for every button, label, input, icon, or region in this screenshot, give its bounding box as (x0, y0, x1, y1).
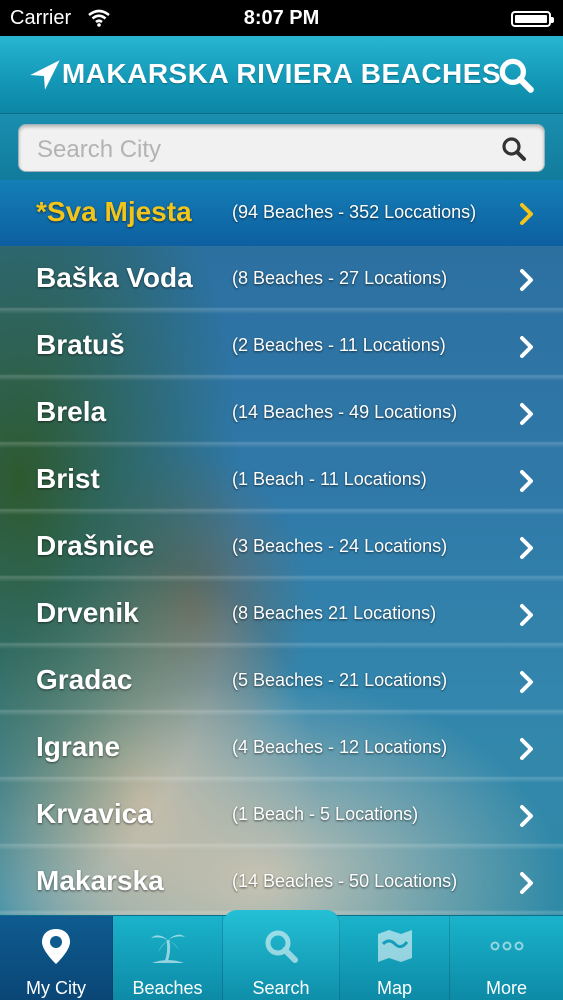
chevron-right-icon (520, 403, 533, 425)
city-name: Gradac (36, 664, 133, 695)
chevron-right-icon (520, 269, 533, 291)
search-bar: Search City (0, 114, 563, 180)
more-dots-icon (490, 941, 523, 951)
tab-more[interactable]: More (450, 916, 563, 1000)
search-icon (265, 930, 298, 963)
city-count: (4 Beaches - 12 Locations) (232, 737, 448, 757)
tab-label: Search (252, 978, 310, 998)
tab-bar: My City Beaches Search Map More (0, 910, 563, 1000)
chevron-right-icon (520, 604, 533, 626)
page-title: MAKARSKA RIVIERA BEACHES (61, 58, 502, 89)
city-name: Drvenik (36, 597, 139, 628)
list-item[interactable]: Baška Voda (8 Beaches - 27 Locations) (0, 246, 563, 313)
chevron-right-icon (520, 738, 533, 760)
list-item[interactable]: Makarska (14 Beaches - 50 Locations) (0, 849, 563, 915)
city-count: (8 Beaches - 27 Locations) (232, 268, 448, 288)
tab-label: Map (376, 978, 412, 998)
list-item[interactable]: Krvavica (1 Beach - 5 Locations) (0, 782, 563, 849)
city-name: Baška Voda (36, 262, 193, 293)
chevron-right-icon (520, 872, 533, 894)
tab-my-city[interactable]: My City (0, 916, 113, 1000)
list-item-all-cities[interactable]: *Sva Mjesta (94 Beaches - 352 Loccations… (0, 180, 563, 246)
city-name: Drašnice (36, 530, 155, 561)
tab-label: My City (26, 978, 86, 998)
list-item[interactable]: Igrane (4 Beaches - 12 Locations) (0, 715, 563, 782)
tab-label: Beaches (132, 978, 203, 998)
city-count: (94 Beaches - 352 Loccations) (232, 202, 477, 222)
chevron-right-icon (520, 671, 533, 693)
search-input[interactable]: Search City (18, 124, 545, 172)
list-item[interactable]: Brela (14 Beaches - 49 Locations) (0, 380, 563, 447)
city-count: (14 Beaches - 49 Locations) (232, 402, 458, 422)
search-icon[interactable] (495, 54, 537, 96)
chevron-right-icon (520, 805, 533, 827)
tab-beaches[interactable]: Beaches (113, 916, 223, 1000)
tab-search[interactable]: Search (223, 910, 340, 1000)
city-name: Brela (36, 396, 107, 427)
city-count: (2 Beaches - 11 Locations) (232, 335, 446, 355)
list-item[interactable]: Bratuš (2 Beaches - 11 Locations) (0, 313, 563, 380)
list-item[interactable]: Gradac (5 Beaches - 21 Locations) (0, 648, 563, 715)
battery-icon (511, 11, 554, 27)
city-count: (3 Beaches - 24 Locations) (232, 536, 448, 556)
list-item[interactable]: Drvenik (8 Beaches 21 Locations) (0, 581, 563, 648)
city-count: (5 Beaches - 21 Locations) (232, 670, 448, 690)
city-count: (1 Beach - 11 Locations) (232, 469, 427, 489)
city-count: (8 Beaches 21 Locations) (232, 603, 437, 623)
city-name: *Sva Mjesta (36, 196, 192, 227)
city-list: *Sva Mjesta (94 Beaches - 352 Loccations… (0, 180, 563, 915)
list-item[interactable]: Drašnice (3 Beaches - 24 Locations) (0, 514, 563, 581)
city-name: Igrane (36, 731, 121, 762)
chevron-right-icon (520, 470, 533, 492)
city-count: (14 Beaches - 50 Locations) (232, 871, 458, 891)
map-icon (377, 930, 412, 962)
city-name: Makarska (36, 865, 164, 896)
chevron-right-icon (520, 336, 533, 358)
nav-bar: MAKARSKA RIVIERA BEACHES (0, 36, 563, 114)
map-pin-icon (42, 929, 70, 964)
tab-label: More (485, 978, 527, 998)
status-bar: Carrier 8:07 PM (0, 0, 563, 36)
chevron-right-icon (520, 203, 533, 225)
magnifier-icon (502, 137, 526, 161)
list-item[interactable]: Brist (1 Beach - 11 Locations) (0, 447, 563, 514)
clock: 8:07 PM (243, 7, 320, 29)
tab-map[interactable]: Map (340, 916, 450, 1000)
city-count: (1 Beach - 5 Locations) (232, 804, 419, 824)
city-name: Bratuš (36, 329, 125, 360)
search-placeholder: Search City (37, 136, 162, 163)
palm-tree-icon (150, 934, 185, 963)
city-name: Brist (36, 463, 100, 494)
chevron-right-icon (520, 537, 533, 559)
city-name: Krvavica (36, 798, 153, 829)
